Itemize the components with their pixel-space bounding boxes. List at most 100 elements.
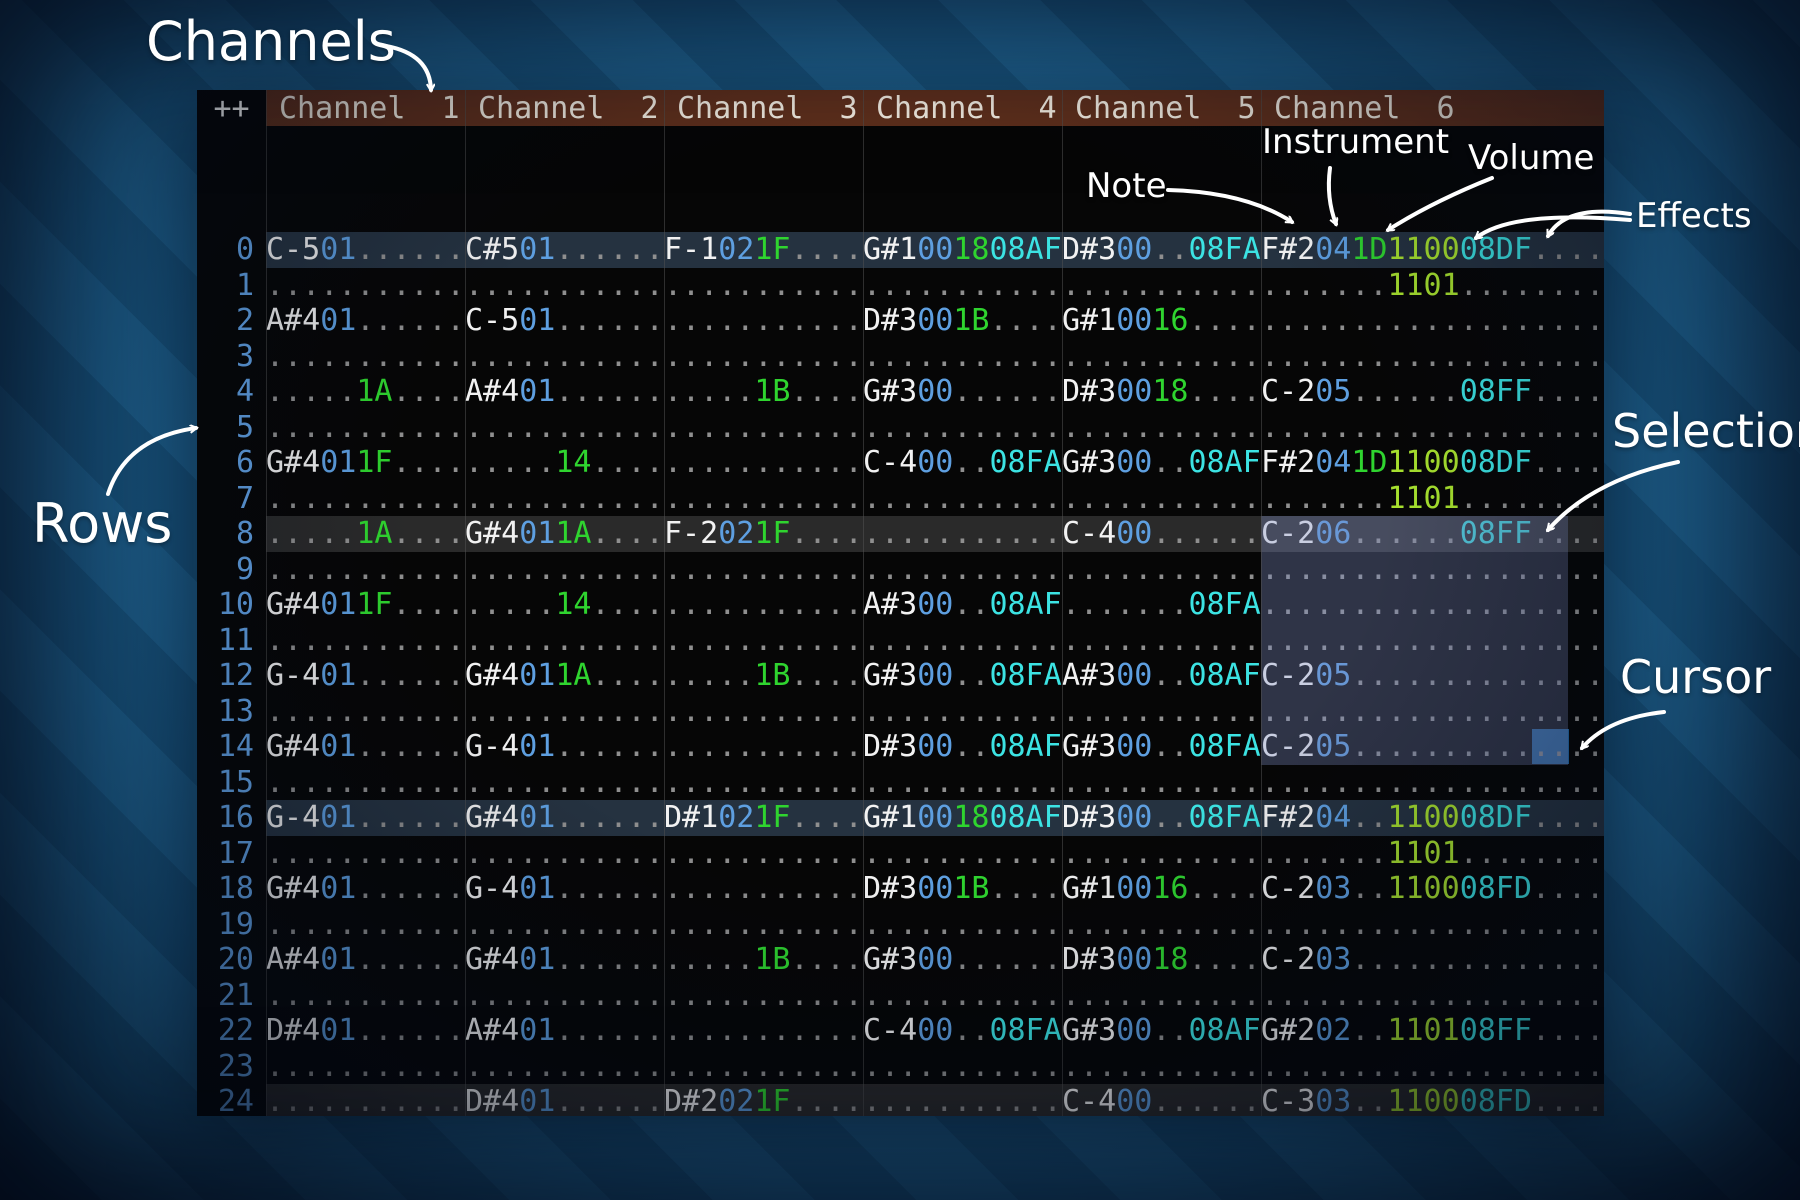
pattern-cell[interactable]: ........... xyxy=(465,552,664,588)
pattern-cell[interactable]: A#401...... xyxy=(266,942,465,978)
pattern-cell[interactable]: C-400...... xyxy=(1062,516,1261,552)
pattern-cell[interactable]: G#4011A.... xyxy=(465,658,664,694)
pattern-cell[interactable]: ........... xyxy=(1062,836,1261,872)
pattern-cell[interactable]: ........... xyxy=(266,268,465,304)
pattern-cell[interactable]: ........... xyxy=(465,765,664,801)
pattern-cell[interactable]: D#3001B.... xyxy=(863,871,1062,907)
pattern-cell[interactable]: ........... xyxy=(664,481,863,517)
pattern-cell[interactable]: ........... xyxy=(465,694,664,730)
pattern-cell[interactable]: ........... xyxy=(1062,410,1261,446)
pattern-cell[interactable]: .....1A.... xyxy=(266,516,465,552)
pattern-cell[interactable]: ........... xyxy=(863,1084,1062,1116)
pattern-cell[interactable]: .......1101........ xyxy=(1261,268,1604,304)
pattern-cell[interactable]: ........... xyxy=(266,623,465,659)
pattern-cell[interactable]: ................... xyxy=(1261,907,1604,943)
pattern-cell[interactable]: G#300..08AF xyxy=(1062,445,1261,481)
pattern-cell[interactable]: ........... xyxy=(266,552,465,588)
pattern-cell[interactable]: ................... xyxy=(1261,765,1604,801)
pattern-cell[interactable]: ........... xyxy=(863,907,1062,943)
pattern-cell[interactable]: ........... xyxy=(266,481,465,517)
pattern-cell[interactable]: G#401...... xyxy=(465,800,664,836)
pattern-cell[interactable]: A#401...... xyxy=(465,1013,664,1049)
pattern-cell[interactable]: G#4011A.... xyxy=(465,516,664,552)
pattern-cell[interactable]: D#300..08AF xyxy=(863,729,1062,765)
pattern-cell[interactable]: G#10016.... xyxy=(1062,871,1261,907)
pattern-cell[interactable]: G-401...... xyxy=(465,871,664,907)
pattern-cell[interactable]: ........... xyxy=(863,516,1062,552)
pattern-cell[interactable]: ........... xyxy=(863,339,1062,375)
add-channel-button[interactable]: ++ xyxy=(197,90,266,126)
pattern-cell[interactable]: .....1B.... xyxy=(664,658,863,694)
channel-header-2[interactable]: Channel 2 xyxy=(465,90,664,126)
pattern-cell[interactable]: ........... xyxy=(1062,268,1261,304)
pattern-cell[interactable]: ................... xyxy=(1261,339,1604,375)
pattern-cell[interactable]: G#1001808AF xyxy=(863,800,1062,836)
pattern-cell[interactable]: G#202..110108FF.... xyxy=(1261,1013,1604,1049)
pattern-cell[interactable]: D#401...... xyxy=(266,1013,465,1049)
pattern-cell[interactable]: F#2041D110008DF.... xyxy=(1261,445,1604,481)
pattern-cell[interactable]: C-203.............. xyxy=(1261,942,1604,978)
pattern-cell[interactable]: ........... xyxy=(266,339,465,375)
pattern-cell[interactable]: ........... xyxy=(863,552,1062,588)
pattern-cell[interactable]: D#300..08FA xyxy=(1062,232,1261,268)
pattern-cell[interactable]: G#300..08FA xyxy=(1062,729,1261,765)
pattern-cell[interactable]: F#2041D110008DF.... xyxy=(1261,232,1604,268)
pattern-cell[interactable]: D#3001B.... xyxy=(863,303,1062,339)
pattern-cell[interactable]: ........... xyxy=(1062,765,1261,801)
pattern-cell[interactable]: ........... xyxy=(465,339,664,375)
pattern-cell[interactable]: ........... xyxy=(266,836,465,872)
pattern-cell[interactable]: ........... xyxy=(465,907,664,943)
pattern-cell[interactable]: ........... xyxy=(863,481,1062,517)
pattern-cell[interactable]: ........... xyxy=(664,871,863,907)
pattern-cell[interactable]: C-303..110008FD.... xyxy=(1261,1084,1604,1116)
pattern-cell[interactable]: ........... xyxy=(863,694,1062,730)
pattern-cell[interactable]: ........... xyxy=(664,623,863,659)
pattern-cell[interactable]: F#204..110008DF.... xyxy=(1261,800,1604,836)
pattern-cell[interactable]: ........... xyxy=(664,445,863,481)
pattern-cell[interactable]: .......08FA xyxy=(1062,587,1261,623)
pattern-cell[interactable]: C-400..08FA xyxy=(863,445,1062,481)
pattern-cell[interactable]: C-205......08FF.... xyxy=(1261,374,1604,410)
pattern-cell[interactable]: .......1101........ xyxy=(1261,481,1604,517)
pattern-cell[interactable]: ........... xyxy=(863,1049,1062,1085)
pattern-cell[interactable]: ........... xyxy=(266,1084,465,1116)
pattern-cell[interactable]: D#2021F.... xyxy=(664,1084,863,1116)
pattern-cell[interactable]: ........... xyxy=(664,552,863,588)
pattern-cell[interactable]: ........... xyxy=(1062,481,1261,517)
pattern-cell[interactable]: A#401...... xyxy=(465,374,664,410)
pattern-cell[interactable]: C-400...... xyxy=(1062,1084,1261,1116)
pattern-cell[interactable]: ........... xyxy=(266,410,465,446)
pattern-cell[interactable]: ........... xyxy=(664,907,863,943)
pattern-cell[interactable]: .....1B.... xyxy=(664,374,863,410)
pattern-cell[interactable]: G#300..08AF xyxy=(1062,1013,1261,1049)
pattern-cell[interactable]: ........... xyxy=(664,303,863,339)
pattern-cell[interactable]: ........... xyxy=(266,978,465,1014)
pattern-cell[interactable]: C-501...... xyxy=(465,303,664,339)
pattern-cell[interactable]: G#300...... xyxy=(863,374,1062,410)
pattern-cell[interactable]: ........... xyxy=(863,978,1062,1014)
pattern-cell[interactable]: C#501...... xyxy=(465,232,664,268)
pattern-cell[interactable]: ........... xyxy=(863,268,1062,304)
pattern-cell[interactable]: G-401...... xyxy=(266,800,465,836)
pattern-cell[interactable]: ........... xyxy=(863,836,1062,872)
pattern-cell[interactable]: ........... xyxy=(664,1013,863,1049)
pattern-cell[interactable]: ........... xyxy=(266,694,465,730)
pattern-cell[interactable]: ........... xyxy=(664,836,863,872)
pattern-cell[interactable]: G#300..08FA xyxy=(863,658,1062,694)
channel-header-6[interactable]: Channel 6 xyxy=(1261,90,1604,126)
pattern-cell[interactable]: ........... xyxy=(664,268,863,304)
pattern-cell[interactable]: D#30018.... xyxy=(1062,374,1261,410)
pattern-cell[interactable]: ........... xyxy=(664,410,863,446)
pattern-cell[interactable]: .....14.... xyxy=(465,445,664,481)
pattern-cell[interactable]: G#4011F.... xyxy=(266,445,465,481)
pattern-cell[interactable]: ........... xyxy=(1062,694,1261,730)
pattern-cell[interactable]: ........... xyxy=(664,339,863,375)
pattern-cell[interactable]: ........... xyxy=(664,729,863,765)
channel-header-5[interactable]: Channel 5 xyxy=(1062,90,1261,126)
channel-header-4[interactable]: Channel 4 xyxy=(863,90,1062,126)
pattern-cell[interactable]: A#401...... xyxy=(266,303,465,339)
pattern-cell[interactable]: A#300..08AF xyxy=(863,587,1062,623)
pattern-cell[interactable]: D#401...... xyxy=(465,1084,664,1116)
pattern-cell[interactable]: ........... xyxy=(863,410,1062,446)
pattern-cell[interactable]: G#4011F.... xyxy=(266,587,465,623)
